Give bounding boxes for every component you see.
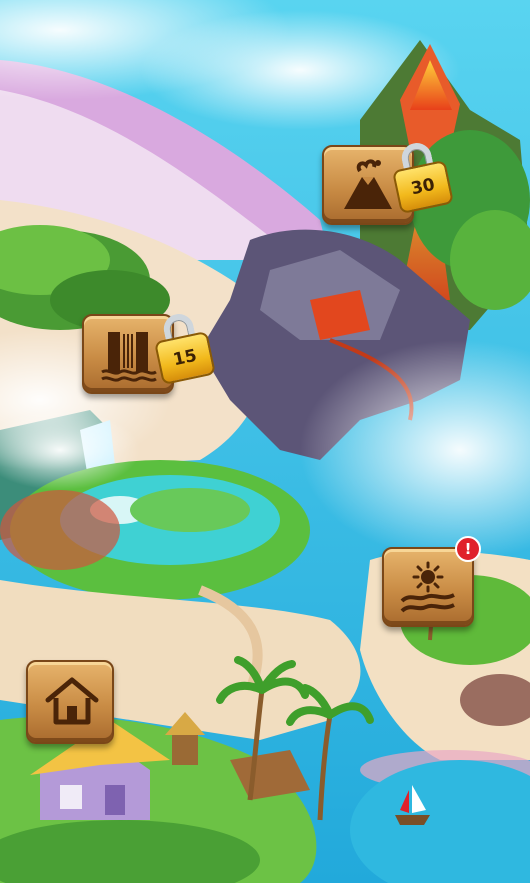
notification-alert-badge: ! bbox=[455, 536, 481, 562]
beach-sun-icon bbox=[400, 561, 455, 613]
home-icon bbox=[45, 677, 99, 725]
lock-badge-waterfall: 15 bbox=[154, 311, 216, 386]
island-map-background bbox=[0, 0, 530, 883]
home-button[interactable] bbox=[26, 660, 114, 744]
volcano-icon bbox=[344, 159, 392, 209]
lock-level-label: 30 bbox=[392, 159, 454, 215]
lock-badge-volcano: 30 bbox=[392, 140, 454, 215]
lock-level-label: 15 bbox=[154, 330, 216, 386]
waterfall-icon bbox=[101, 332, 157, 382]
